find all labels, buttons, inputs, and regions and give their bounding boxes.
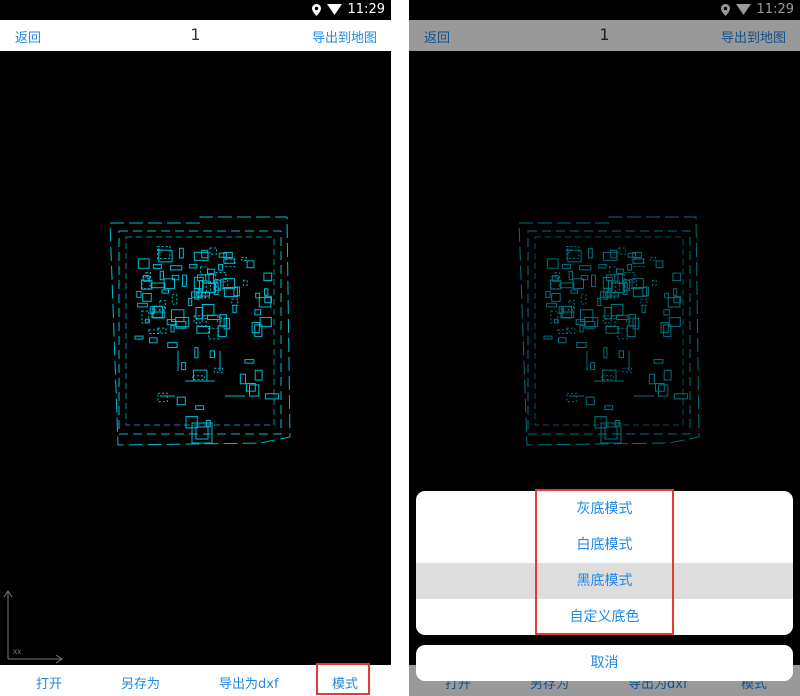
open-button[interactable]: 打开 bbox=[36, 673, 62, 692]
cancel-button[interactable]: 取消 bbox=[416, 645, 793, 681]
back-button[interactable]: 返回 bbox=[15, 27, 41, 46]
export-dxf-button[interactable]: 导出为dxf bbox=[219, 673, 279, 692]
options-highlight bbox=[535, 489, 674, 635]
top-bar: 返回 1 导出到地图 bbox=[0, 20, 391, 51]
status-time: 11:29 bbox=[347, 2, 385, 17]
cancel-sheet: 取消 bbox=[416, 645, 793, 681]
export-to-map-button[interactable]: 导出到地图 bbox=[312, 27, 377, 46]
cad-drawing bbox=[109, 216, 291, 446]
location-pin-icon bbox=[311, 3, 321, 16]
drawing-canvas[interactable]: XX bbox=[0, 51, 391, 665]
axis-label: XX bbox=[13, 649, 21, 656]
status-bar: 11:29 bbox=[0, 0, 391, 20]
axis-indicator: XX bbox=[3, 590, 63, 664]
save-as-button[interactable]: 另存为 bbox=[121, 673, 160, 692]
screen-mode-sheet: 11:29 返回 1 导出到地图 打开 另存为 导出为dxf 模式 灰底模式 白… bbox=[409, 0, 800, 696]
wifi-icon bbox=[326, 4, 342, 15]
mode-button-highlight bbox=[316, 663, 370, 695]
screen-black-mode: 11:29 返回 1 导出到地图 XX 打开 另存为 导出为dxf 模式 bbox=[0, 0, 391, 696]
